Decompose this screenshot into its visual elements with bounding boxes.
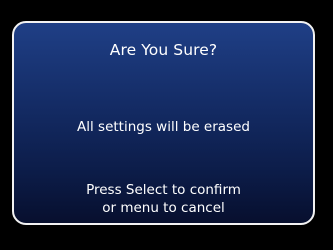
dialog-message: All settings will be erased xyxy=(77,119,250,135)
confirmation-dialog: Are You Sure? All settings will be erase… xyxy=(12,21,315,225)
confirm-instruction: Press Select to confirm xyxy=(86,182,241,198)
cancel-instruction: or menu to cancel xyxy=(102,200,225,216)
screen: Are You Sure? All settings will be erase… xyxy=(0,0,333,250)
dialog-instructions: Press Select to confirm or menu to cance… xyxy=(14,181,313,217)
dialog-title: Are You Sure? xyxy=(109,41,218,59)
